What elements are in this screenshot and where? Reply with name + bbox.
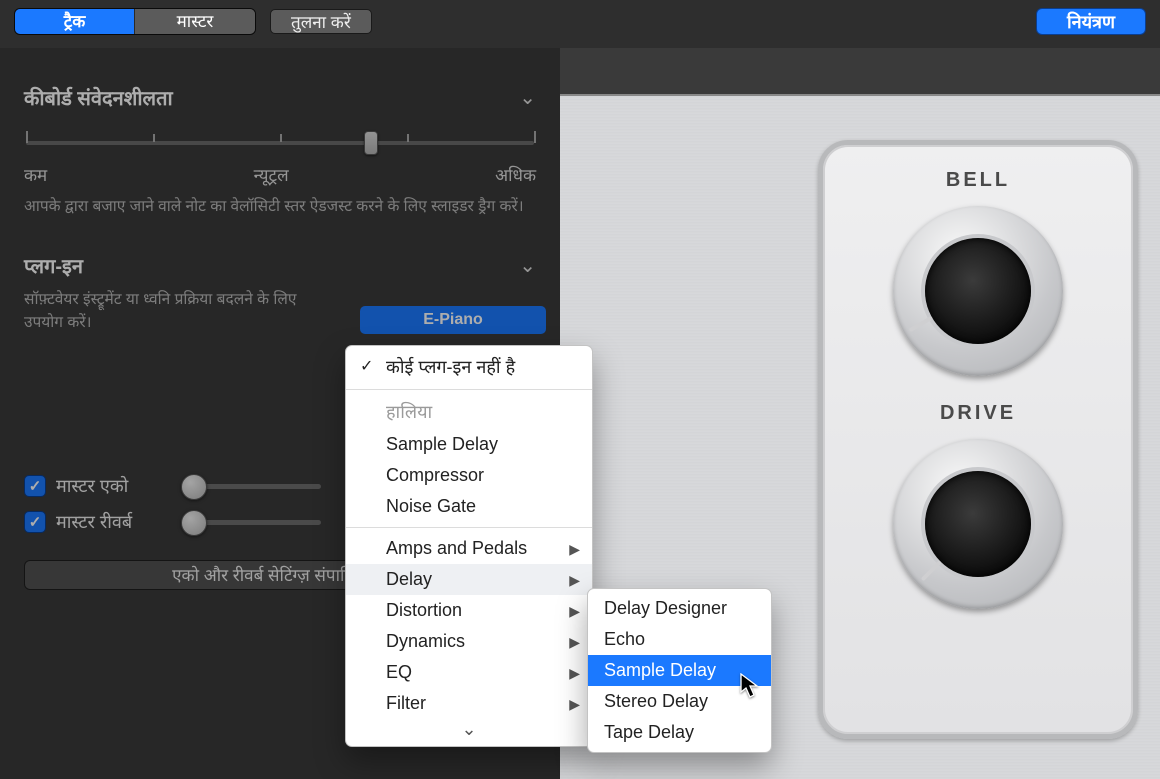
plugin-context-menu[interactable]: कोई प्लग-इन नहीं है✓ हालियाSample DelayCo… [345, 345, 593, 747]
compare-button[interactable]: तुलना करें [270, 9, 372, 34]
check-icon: ✓ [360, 356, 373, 376]
label-master-reverb: मास्टर रीवर्ब [56, 510, 171, 534]
slider-master-reverb[interactable] [181, 520, 321, 525]
top-toolbar: ट्रैक मास्टर तुलना करें नियंत्रण [0, 0, 1160, 47]
menu-item[interactable]: Distortion▶ [346, 595, 592, 626]
chevron-down-icon: ⌄ [508, 85, 536, 110]
chevron-right-icon: ▶ [569, 665, 580, 682]
section-keyboard-sensitivity[interactable]: कीबोर्ड संवेदनशीलता ⌄ [24, 84, 536, 111]
menu-item[interactable]: Delay▶ [346, 564, 592, 595]
menu-item[interactable]: Dynamics▶ [346, 626, 592, 657]
plugin-submenu-delay[interactable]: Delay DesignerEchoSample DelayStereo Del… [587, 588, 772, 753]
slider-max-label: अधिक [495, 163, 536, 186]
menu-item[interactable]: Sample Delay [346, 429, 592, 460]
chevron-right-icon: ▶ [569, 603, 580, 620]
chevron-right-icon: ▶ [569, 572, 580, 589]
tab-master[interactable]: मास्टर [135, 9, 255, 34]
knob-bell[interactable] [893, 206, 1063, 376]
label-master-echo: मास्टर एको [56, 474, 171, 498]
slider-min-label: कम [24, 163, 47, 186]
menu-separator [346, 389, 592, 390]
menu-item[interactable]: EQ▶ [346, 657, 592, 688]
submenu-item[interactable]: Echo [588, 624, 771, 655]
submenu-item[interactable]: Sample Delay [588, 655, 771, 686]
chevron-down-icon[interactable]: ⌄ [346, 719, 592, 742]
slider-labels: कम न्यूट्रल अधिक [24, 163, 536, 186]
chevron-right-icon: ▶ [569, 634, 580, 651]
checkbox-master-echo[interactable]: ✓ [24, 475, 46, 497]
menu-separator [346, 527, 592, 528]
chevron-right-icon: ▶ [569, 541, 580, 558]
slider-master-echo[interactable] [181, 484, 321, 489]
checkbox-master-reverb[interactable]: ✓ [24, 511, 46, 533]
slider-thumb[interactable] [181, 474, 207, 500]
slider-thumb[interactable] [364, 131, 378, 155]
controls-button[interactable]: नियंत्रण [1036, 8, 1146, 35]
chevron-right-icon: ▶ [569, 696, 580, 713]
section-title: प्लग-इन [24, 252, 508, 279]
chevron-down-icon: ⌄ [508, 253, 536, 278]
submenu-item[interactable]: Stereo Delay [588, 686, 771, 717]
menu-item[interactable]: Compressor [346, 460, 592, 491]
knob-label-bell: BELL [823, 169, 1133, 192]
sensitivity-hint: आपके द्वारा बजाए जाने वाले नोट का वेलॉसि… [24, 196, 534, 218]
slider-mid-label: न्यूट्रल [47, 163, 495, 186]
slider-thumb[interactable] [181, 510, 207, 536]
section-plugins[interactable]: प्लग-इन ⌄ [24, 252, 536, 279]
menu-item: हालिया [346, 395, 592, 429]
track-master-segment: ट्रैक मास्टर [14, 8, 256, 35]
knob-drive[interactable] [893, 439, 1063, 609]
tab-track[interactable]: ट्रैक [15, 9, 135, 34]
sensitivity-slider[interactable]: कम न्यूट्रल अधिक [24, 141, 536, 186]
plugin-slot-instrument[interactable]: E-Piano [360, 306, 546, 334]
knob-label-drive: DRIVE [823, 402, 1133, 425]
instrument-controls-frame: BELL DRIVE [818, 140, 1138, 739]
section-title: कीबोर्ड संवेदनशीलता [24, 84, 508, 111]
menu-item[interactable]: Filter▶ [346, 688, 592, 719]
menu-item[interactable]: Amps and Pedals▶ [346, 533, 592, 564]
submenu-item[interactable]: Delay Designer [588, 593, 771, 624]
submenu-item[interactable]: Tape Delay [588, 717, 771, 748]
menu-item[interactable]: कोई प्लग-इन नहीं है✓ [346, 350, 592, 384]
plugins-hint: सॉफ़्टवेयर इंस्ट्रूमेंट या ध्वनि प्रक्रि… [24, 289, 334, 334]
menu-item[interactable]: Noise Gate [346, 491, 592, 522]
